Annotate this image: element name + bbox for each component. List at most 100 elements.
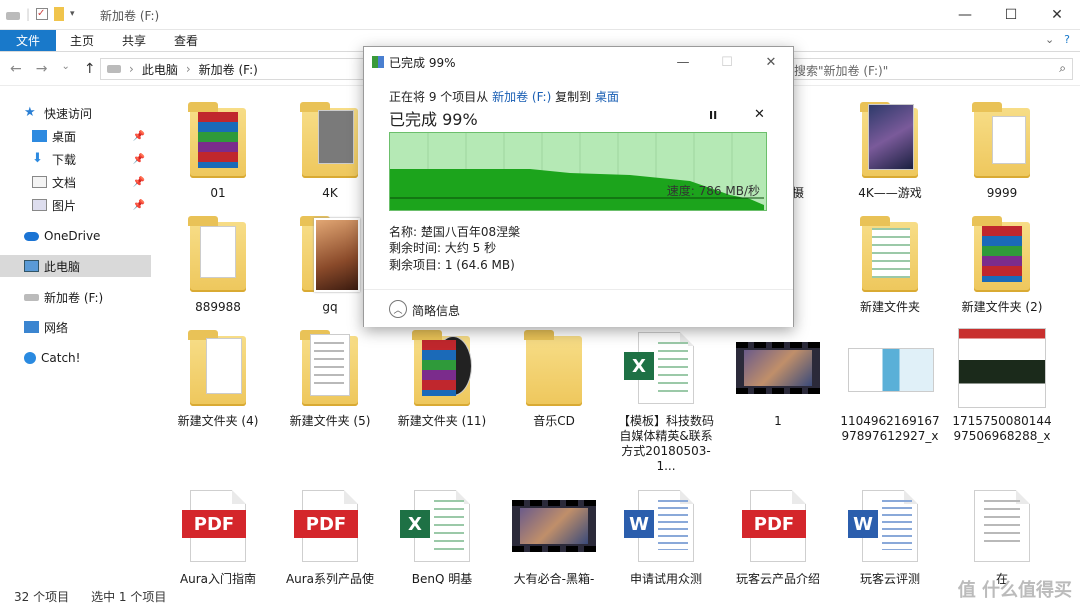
progress-heading: 已完成 99% <box>389 110 478 129</box>
image-file-icon <box>848 328 934 408</box>
search-icon[interactable]: ⌕ <box>1059 61 1066 76</box>
cloud-icon <box>24 231 39 241</box>
up-icon[interactable]: ↑ <box>84 61 96 77</box>
watermark: 值 什么值得买 <box>957 580 1072 601</box>
file-item[interactable]: 新建文件夹 <box>834 214 946 315</box>
word-file-icon: W <box>624 486 696 566</box>
search-input[interactable]: 搜索"新加卷 (F:)" ⌕ <box>793 58 1073 80</box>
tab-view[interactable]: 查看 <box>160 30 212 51</box>
pin-icon[interactable]: 📌 <box>133 177 145 188</box>
sidebar-item-this-pc[interactable]: 此电脑 <box>0 255 151 277</box>
file-name-label: 名称: 楚国八百年08涅槃 <box>389 225 521 239</box>
file-item[interactable]: 新建文件夹 (11) <box>386 328 498 429</box>
file-item[interactable]: 9999 <box>946 100 1058 201</box>
drive-icon[interactable] <box>6 12 20 20</box>
file-item[interactable]: 889988 <box>162 214 274 315</box>
file-item[interactable]: PDF Aura入门指南 <box>162 486 274 584</box>
file-item[interactable]: PDF Aura系列产品使 <box>274 486 386 584</box>
sidebar-item-desktop[interactable]: 桌面 📌 <box>0 125 151 147</box>
pause-button[interactable]: II <box>709 109 717 122</box>
video-file-icon <box>736 328 820 408</box>
tab-file[interactable]: 文件 <box>0 30 57 51</box>
properties-icon[interactable]: ✓ <box>36 8 49 20</box>
file-item[interactable]: 1 <box>722 328 834 429</box>
minimize-button[interactable]: — <box>942 0 988 30</box>
pdf-file-icon: PDF <box>182 486 248 566</box>
folder-icon[interactable] <box>54 7 65 21</box>
sidebar-item-documents[interactable]: 文档 📌 <box>0 171 151 193</box>
sidebar-item-quick-access[interactable]: ★ 快速访问 <box>0 102 151 124</box>
source-link[interactable]: 新加卷 (F:) <box>492 90 551 104</box>
sidebar-item-downloads[interactable]: ⬇ 下载 📌 <box>0 148 151 170</box>
back-icon[interactable]: ← <box>10 61 22 77</box>
customize-toolbar-icon[interactable]: ▾ <box>70 9 75 19</box>
file-item[interactable]: 新建文件夹 (2) <box>946 214 1058 315</box>
file-item[interactable]: W 申请试用众测 <box>610 486 722 584</box>
help-icon[interactable]: ? <box>1064 33 1070 46</box>
pin-icon[interactable]: 📌 <box>133 131 145 142</box>
sidebar-item-network[interactable]: 网络 <box>0 316 151 338</box>
crumb-drive[interactable]: 新加卷 (F:) <box>199 61 258 78</box>
title-bar: | ✓ ▾ 新加卷 (F:) — ☐ ✕ <box>0 0 1080 30</box>
copy-progress-dialog: 已完成 99% — ☐ ✕ 正在将 9 个项目从 新加卷 (F:) 复制到 桌面… <box>363 46 794 327</box>
file-item[interactable]: X BenQ 明基 <box>386 486 498 584</box>
folder-icon <box>524 328 584 408</box>
folder-icon <box>972 100 1032 180</box>
photo-thumbnail <box>300 214 360 294</box>
excel-file-icon: X <box>624 328 696 408</box>
dialog-close-button[interactable]: ✕ <box>749 47 793 77</box>
pin-icon[interactable]: 📌 <box>133 154 145 165</box>
destination-link[interactable]: 桌面 <box>595 90 619 104</box>
expand-ribbon-icon[interactable]: ⌄ <box>1045 33 1054 46</box>
file-item[interactable]: W 玩客云评测 <box>834 486 946 584</box>
file-item[interactable]: 01 <box>162 100 274 201</box>
close-button[interactable]: ✕ <box>1034 0 1080 30</box>
items-remaining-label: 剩余项目: 1 (64.6 MB) <box>389 258 515 272</box>
desktop-icon <box>32 130 47 142</box>
file-item[interactable]: PDF 玩客云产品介绍 <box>722 486 834 584</box>
forward-icon[interactable]: → <box>36 61 48 77</box>
tab-share[interactable]: 共享 <box>108 30 160 51</box>
file-item[interactable]: 音乐CD <box>498 328 610 429</box>
file-item[interactable]: X 【模板】科技数码自媒体精英&联系方式20180503-1... <box>610 328 722 474</box>
speed-graph-svg <box>390 133 764 210</box>
file-item[interactable]: 大有必合-黑箱- <box>498 486 610 584</box>
cancel-copy-button[interactable]: ✕ <box>754 107 765 122</box>
dialog-title: 已完成 99% <box>389 55 456 70</box>
pdf-file-icon: PDF <box>742 486 808 566</box>
maximize-button[interactable]: ☐ <box>988 0 1034 30</box>
sidebar-item-drive-f[interactable]: 新加卷 (F:) <box>0 286 151 308</box>
copy-description: 正在将 9 个项目从 新加卷 (F:) 复制到 桌面 <box>389 90 619 104</box>
crumb-this-pc[interactable]: 此电脑 <box>142 61 178 78</box>
transfer-speed-graph: 速度: 786 MB/秒 <box>389 132 767 211</box>
catch-icon <box>24 352 36 364</box>
window-title: 新加卷 (F:) <box>100 9 160 23</box>
spreadsheet-folder-icon <box>860 214 920 294</box>
sidebar-item-catch[interactable]: Catch! <box>0 347 151 369</box>
item-count: 32 个项目 <box>14 590 70 604</box>
tab-home[interactable]: 主页 <box>56 30 108 51</box>
document-folder-icon <box>300 328 360 408</box>
dialog-minimize-button[interactable]: — <box>661 47 705 77</box>
file-item[interactable]: 110496216916797897612927_x <box>834 328 946 444</box>
dialog-footer: ︿ 简略信息 <box>364 289 793 327</box>
selection-count: 选中 1 个项目 <box>91 590 167 604</box>
recent-locations-icon[interactable]: ⌄ <box>61 61 69 77</box>
file-item[interactable]: 171575008014497506968288_x <box>946 328 1058 444</box>
collapse-details-icon[interactable]: ︿ <box>389 300 407 318</box>
file-item[interactable]: 新建文件夹 (4) <box>162 328 274 429</box>
file-item[interactable]: 新建文件夹 (5) <box>274 328 386 429</box>
excel-file-icon: X <box>400 486 472 566</box>
less-details-button[interactable]: 简略信息 <box>412 302 460 319</box>
file-item[interactable]: 在 <box>946 486 1058 584</box>
network-icon <box>24 321 39 333</box>
pin-icon[interactable]: 📌 <box>133 200 145 211</box>
sidebar-item-pictures[interactable]: 图片 📌 <box>0 194 151 216</box>
download-icon: ⬇ <box>32 151 43 166</box>
image-file-icon <box>958 328 1046 408</box>
file-item[interactable]: 4K——游戏 <box>834 100 946 201</box>
navigation-pane: ★ 快速访问 桌面 📌 ⬇ 下载 📌 文档 📌 图片 📌 OneDrive 此电… <box>0 86 151 584</box>
image-folder-icon <box>860 100 920 180</box>
sidebar-item-onedrive[interactable]: OneDrive <box>0 225 151 247</box>
speed-label: 速度: 786 MB/秒 <box>666 184 760 198</box>
